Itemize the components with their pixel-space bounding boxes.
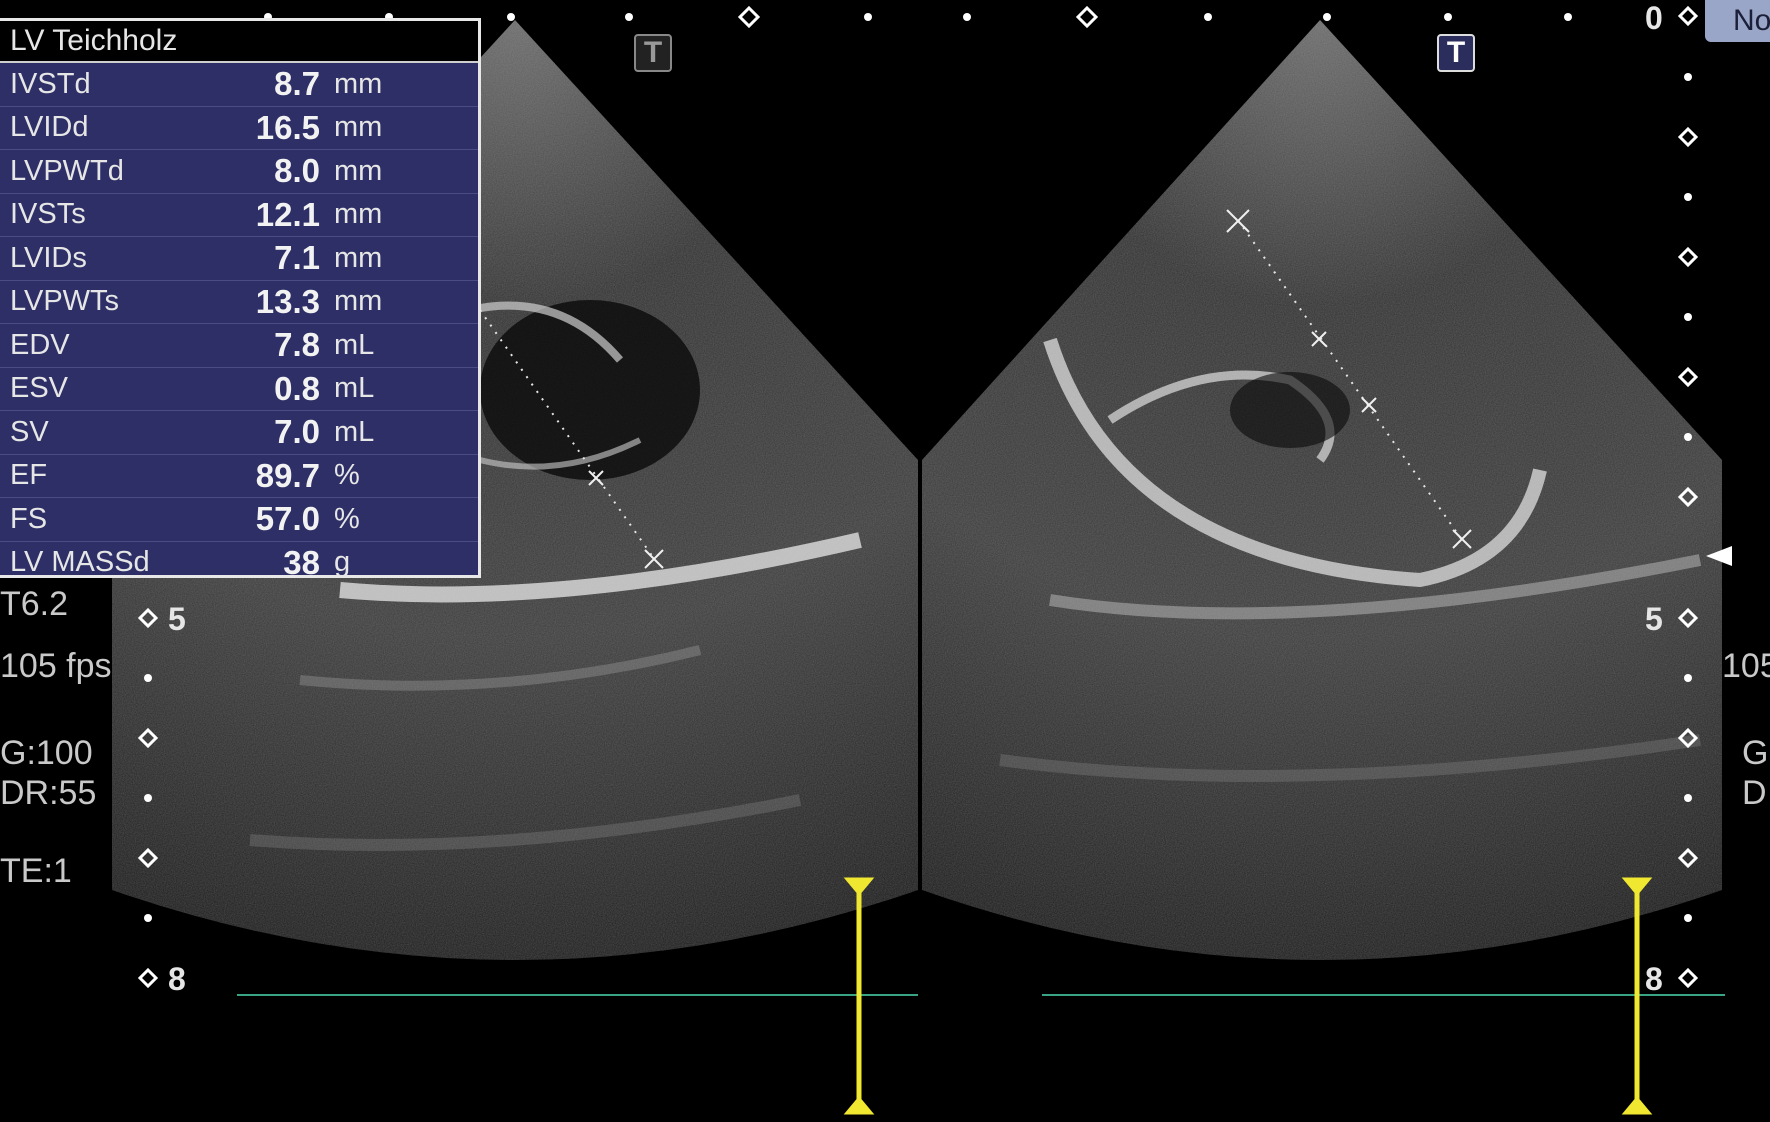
measurement-value: 8.7 [274,65,320,103]
measurement-value: 57.0 [255,500,320,538]
depth-mark-right-0: 0 [1645,0,1663,36]
measurement-value: 16.5 [255,108,320,146]
measurement-label: LVPWTs [10,285,120,318]
measurement-label: EF [10,459,48,492]
depth-mark-left-5: 5 [168,601,186,637]
measurement-label: ESV [10,372,69,405]
measurement-unit: % [334,459,360,492]
measurement-value: 7.1 [274,239,320,277]
measurement-unit: mm [334,111,383,144]
measurement-value: 0.8 [274,369,320,407]
measurement-row: FS 57.0% [0,498,478,542]
measurement-row: LVPWTd 8.0 mm [0,150,478,194]
measurement-row: IVSTs 12.1 mm [0,194,478,237]
measurement-unit: mm [334,67,383,100]
measurement-unit: % [334,502,360,535]
measurement-value: 89.7 [255,456,320,494]
measurement-label: IVSTs [10,198,86,231]
measurement-value: 7.0 [274,413,320,451]
measurement-label: LV MASSd [10,546,150,579]
measurement-unit: mL [334,328,375,361]
measurement-row: EF 89.7% [0,455,478,498]
measurement-row: LVIDd 16.5 mm [0,107,478,150]
right-sector-image [922,20,1722,960]
measurement-unit: mm [334,241,383,274]
measurement-label: LVPWTd [10,154,124,187]
measurement-panel: LV Teichholz IVSTd 8.7 mm LVIDd 16.5 mm LVPWTd… [0,18,481,581]
measurement-label: FS [10,502,48,535]
dynamic-range-label: DR:55 [0,774,97,812]
measurement-row: SV 7.0 mL [0,411,478,455]
measurement-row: LVPWTs 13.3 mm [0,281,478,324]
measurement-row: EDV 7.8 mL [0,324,478,368]
measurement-unit: mm [334,285,383,318]
measurement-row: LV MASSd 38 g [0,542,478,585]
top-right-tag: No [1705,0,1770,42]
measurement-value: 38 [283,543,320,581]
measurement-unit: mL [334,415,375,448]
frame-rate-label: 105 fps [0,647,112,685]
right-image-t-badge[interactable]: T [1437,34,1475,72]
measurement-row: LVIDs 7.1 mm [0,237,478,281]
top-scale-diamonds [737,5,1099,29]
measurement-label: EDV [10,328,70,361]
right-dynamic-range-label: D [1742,774,1767,812]
depth-mark-right-5: 5 [1645,601,1663,637]
measurement-label: LVIDs [10,241,87,274]
measurement-unit: mL [334,372,375,405]
right-gain-label: G [1742,734,1769,772]
measurement-row: IVSTd 8.7 mm [0,63,478,107]
measurement-value: 7.8 [274,326,320,364]
measurement-unit: g [334,546,351,579]
measurement-label: LVIDd [10,111,89,144]
measurement-unit: mm [334,154,383,187]
measurement-label: IVSTd [10,67,91,100]
measurement-unit: mm [334,198,383,231]
measurement-row: ESV 0.8 mL [0,368,478,411]
depth-mark-left-8: 8 [168,961,186,997]
measurement-value: 12.1 [255,195,320,233]
left-image-t-badge[interactable]: T [634,34,672,72]
probe-label: T6.2 [0,585,69,623]
measurement-panel-title: LV Teichholz [0,21,478,63]
depth-mark-right-8: 8 [1645,961,1663,997]
measurement-label: SV [10,415,49,448]
gain-label: G:100 [0,734,93,772]
te-label: TE:1 [0,852,72,890]
right-frame-rate-label: 105 [1722,647,1770,685]
measurement-value: 13.3 [255,282,320,320]
measurement-value: 8.0 [274,152,320,190]
measurement-rows: IVSTd 8.7 mm LVIDd 16.5 mm LVPWTd 8.0 mm IVSTs 12.… [0,63,478,584]
